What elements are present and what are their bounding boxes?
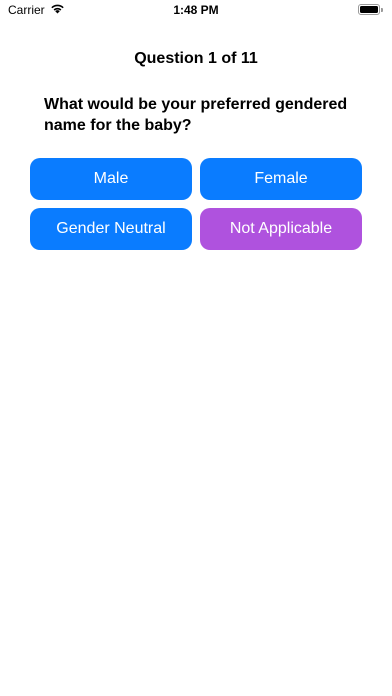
question-text: What would be your preferred gendered na… — [44, 96, 348, 134]
battery-icon — [358, 4, 380, 15]
status-right — [358, 4, 383, 15]
app-screen: Carrier 1:48 PM Question 1 of 11 What wo… — [0, 0, 392, 696]
answer-not-applicable-button[interactable]: Not Applicable — [200, 208, 362, 250]
answer-grid: Male Female Gender Neutral Not Applicabl… — [30, 158, 362, 250]
status-bar: Carrier 1:48 PM — [0, 0, 392, 22]
battery-cap — [381, 7, 383, 12]
answer-gender-neutral-button[interactable]: Gender Neutral — [30, 208, 192, 250]
answer-female-button[interactable]: Female — [200, 158, 362, 200]
status-time: 1:48 PM — [173, 3, 219, 17]
question-counter: Question 1 of 11 — [134, 50, 258, 67]
answer-male-button[interactable]: Male — [30, 158, 192, 200]
battery-level-fill — [360, 6, 378, 13]
